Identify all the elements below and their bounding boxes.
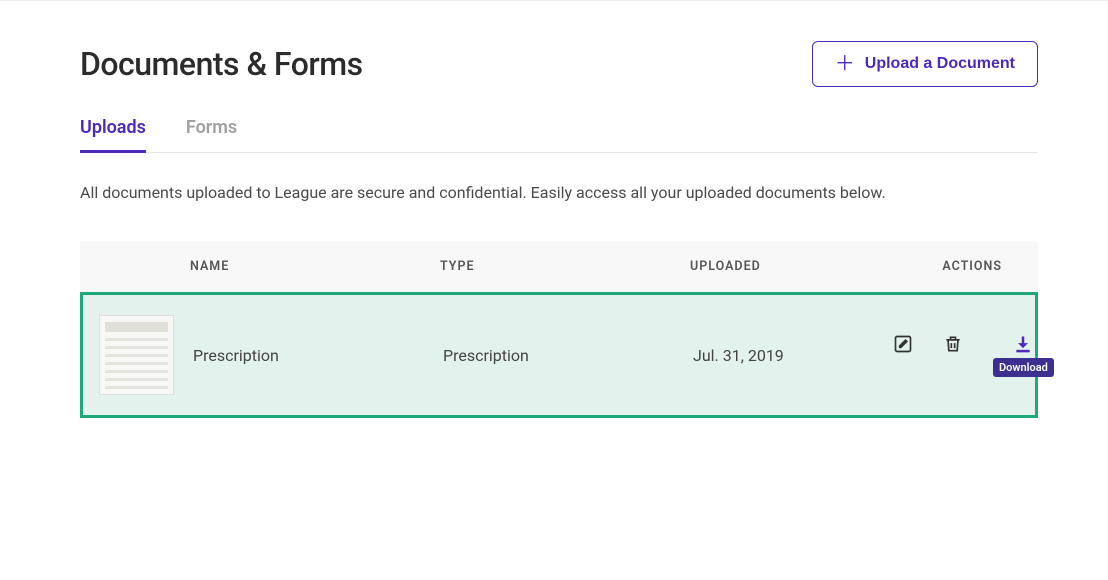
description-text: All documents uploaded to League are sec…: [80, 181, 1038, 205]
edit-icon[interactable]: [893, 334, 913, 354]
download-tooltip: Download: [993, 358, 1054, 377]
table-header: NAME TYPE UPLOADED ACTIONS: [80, 241, 1038, 292]
documents-table: NAME TYPE UPLOADED ACTIONS Prescription …: [80, 241, 1038, 418]
table-row: Prescription Prescription Jul. 31, 2019: [83, 295, 1035, 415]
tabs: Uploads Forms: [80, 117, 1038, 153]
tab-uploads[interactable]: Uploads: [80, 117, 146, 153]
download-icon[interactable]: [1013, 334, 1033, 354]
page-title: Documents & Forms: [80, 45, 363, 83]
cell-name: Prescription: [193, 346, 443, 365]
cell-actions: Download: [893, 334, 1068, 377]
cell-uploaded: Jul. 31, 2019: [693, 346, 893, 365]
tab-forms[interactable]: Forms: [186, 117, 237, 152]
col-actions: ACTIONS: [890, 259, 1028, 274]
trash-icon[interactable]: [943, 334, 963, 354]
document-thumbnail[interactable]: [99, 315, 174, 395]
upload-document-button[interactable]: ＋ Upload a Document: [812, 41, 1038, 87]
highlighted-row-frame: Prescription Prescription Jul. 31, 2019: [80, 292, 1038, 418]
col-type: TYPE: [440, 259, 690, 274]
plus-icon: ＋: [835, 54, 855, 74]
col-uploaded: UPLOADED: [690, 259, 890, 274]
upload-button-label: Upload a Document: [865, 55, 1015, 73]
cell-type: Prescription: [443, 346, 693, 365]
col-name: NAME: [190, 259, 440, 274]
